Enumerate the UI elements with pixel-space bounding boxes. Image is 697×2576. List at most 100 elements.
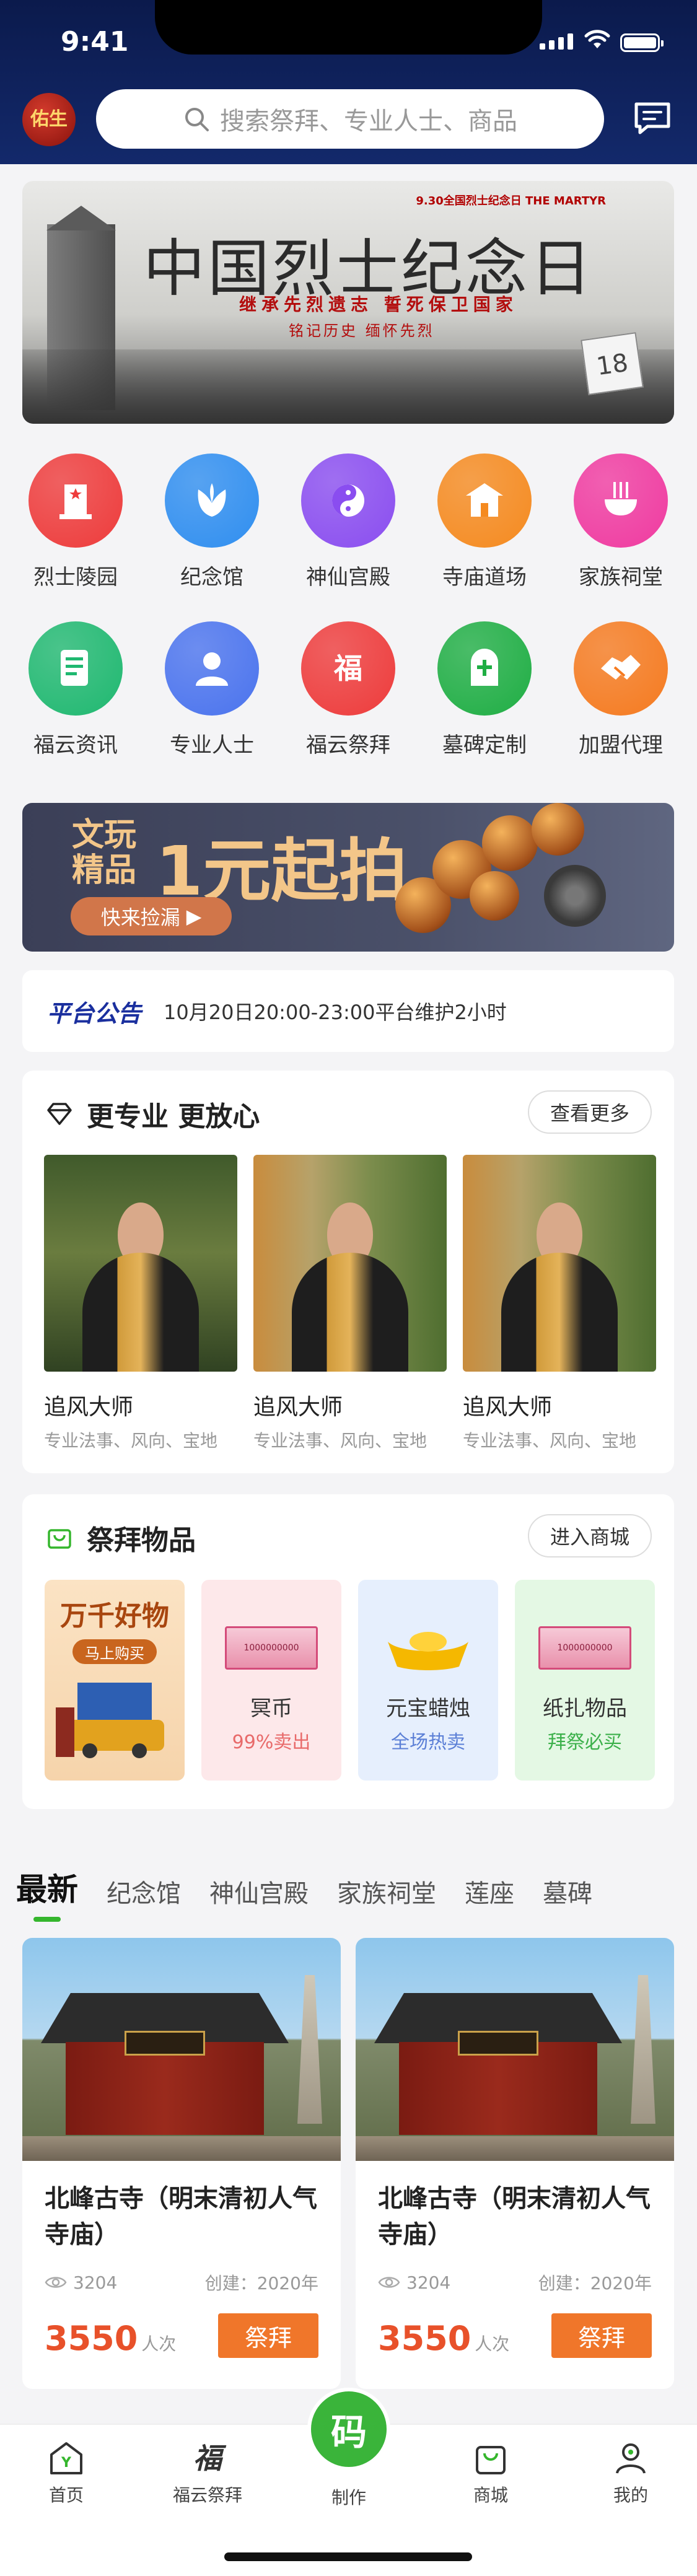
battery-icon [620, 33, 664, 52]
home-icon: Y [50, 2442, 82, 2474]
worship-count-unit: 人次 [141, 2334, 177, 2354]
nav-home[interactable]: Y 首页 [20, 2438, 113, 2507]
goods-item[interactable]: 1000000000 冥币 99%卖出 [201, 1580, 341, 1781]
temple-views: 3204 [378, 2270, 450, 2295]
category-circle [437, 453, 532, 548]
temple-image [22, 1938, 341, 2161]
section-title: 更专业 更放心 [87, 1101, 260, 1132]
goods-sub: 拜祭必买 [548, 1732, 622, 1753]
shop-bag-icon [48, 1529, 71, 1549]
professional-photo [44, 1155, 237, 1372]
nav-make-button[interactable]: 码 [307, 2388, 390, 2471]
professional-card[interactable]: 追风大师 专业法事、风向、宝地 [44, 1155, 237, 1452]
fu-icon: 福 [193, 2442, 227, 2475]
category-label: 墓碑定制 [442, 733, 527, 758]
user-icon [616, 2443, 646, 2474]
wifi-icon [584, 30, 610, 48]
category-temple[interactable]: 寺庙道场 [423, 453, 546, 590]
category-label: 专业人士 [170, 733, 254, 758]
nav-shop[interactable]: 商城 [444, 2438, 537, 2507]
goods-item[interactable]: 1000000000 纸扎物品 拜祭必买 [515, 1580, 655, 1781]
professional-card[interactable]: 追风大师 专业法事、风向、宝地 [253, 1155, 447, 1452]
worship-button[interactable]: 祭拜 [551, 2313, 652, 2358]
professionals-section: 更专业 更放心 查看更多 追风大师 专业法事、风向、宝地 追风大师 专业法事、风… [22, 1071, 674, 1473]
goods-item[interactable]: 元宝蜡烛 全场热卖 [358, 1580, 498, 1781]
worship-goods-section: 祭拜物品 进入商城 万千好物 马上购买 1000000000 冥币 99%卖出 元宝… [22, 1494, 674, 1809]
section-title: 祭拜物品 [87, 1525, 196, 1556]
banknote-text: 1000000000 [225, 1626, 318, 1670]
incense-icon [605, 482, 637, 515]
ad-tag-line2: 精品 [72, 852, 137, 890]
temple-image [356, 1938, 674, 2161]
home-indicator [224, 2552, 472, 2561]
nav-mine[interactable]: 我的 [584, 2438, 677, 2507]
tab-1[interactable]: 纪念馆 [107, 1873, 181, 1909]
temple-card[interactable]: 北峰古寺（明末清初人气寺庙） 3204 创建：2020年 3550 人次 祭拜 [22, 1938, 341, 2389]
device-notch [155, 0, 542, 55]
search-input[interactable]: 搜索祭拜、专业人士、商品 [96, 89, 604, 149]
nav-worship-label: 福云祭拜 [172, 2485, 242, 2505]
category-handshake[interactable]: 加盟代理 [559, 621, 683, 758]
svg-text:福: 福 [193, 2442, 227, 2475]
temple-name: 北峰古寺（明末清初人气寺庙） [378, 2184, 651, 2249]
enter-shop-button[interactable]: 进入商城 [527, 1514, 652, 1557]
person-icon [196, 652, 228, 686]
temple-footer: 3550 人次 祭拜 [378, 2313, 652, 2358]
category-person[interactable]: 专业人士 [150, 621, 274, 758]
tombstone-icon [471, 649, 498, 686]
tab-2[interactable]: 神仙宫殿 [209, 1873, 309, 1909]
category-label: 神仙宫殿 [306, 565, 390, 590]
category-circle [301, 453, 395, 548]
svg-text:福: 福 [333, 652, 362, 685]
tab-4[interactable]: 莲座 [465, 1873, 514, 1909]
goods-bundle-image [56, 1683, 164, 1758]
banner-tag: 9.30全国烈士纪念日 THE MARTYR [416, 195, 606, 208]
ad-button[interactable]: 快来捡漏 ▶ [71, 897, 232, 935]
view-more-button[interactable]: 查看更多 [527, 1090, 652, 1134]
goods-name: 冥币 [250, 1696, 292, 1721]
category-incense[interactable]: 家族祠堂 [559, 453, 683, 590]
category-label: 纪念馆 [180, 565, 243, 590]
views-count: 3204 [406, 2272, 451, 2293]
auction-ad-banner[interactable]: 文玩 精品 1元起拍 快来捡漏 ▶ [22, 803, 674, 952]
ad-tag: 文玩 精品 [72, 817, 137, 890]
promo-title: 万千好物 [60, 1600, 169, 1632]
goods-list: 万千好物 马上购买 1000000000 冥币 99%卖出 元宝蜡烛 全场热卖 100… [45, 1580, 655, 1781]
hero-banner[interactable]: 9.30全国烈士纪念日 THE MARTYR 中国烈士纪念日 继承先烈遗志 誓死… [22, 181, 674, 424]
banner-slogan: 继承先烈遗志 誓死保卫国家 [239, 294, 518, 315]
goods-sub: 全场热卖 [391, 1732, 465, 1753]
category-fu[interactable]: 福 福云祭拜 [286, 621, 410, 758]
search-placeholder: 搜索祭拜、专业人士、商品 [220, 107, 517, 136]
category-tombstone[interactable]: 墓碑定制 [423, 621, 546, 758]
category-memorial[interactable]: 烈士陵园 [14, 453, 138, 590]
yin-yang-icon [332, 484, 364, 517]
tab-3[interactable]: 家族祠堂 [337, 1873, 436, 1909]
worship-button[interactable]: 祭拜 [218, 2313, 318, 2358]
announcement-bar[interactable]: 平台公告 10月20日20:00-23:00平台维护2小时 [22, 970, 674, 1052]
temple-name: 北峰古寺（明末清初人气寺庙） [45, 2184, 317, 2249]
category-tabs: 最新 纪念馆 神仙宫殿 家族祠堂 莲座 墓碑 [16, 1865, 697, 1922]
nav-make-label: 制作 [331, 2487, 366, 2508]
buy-now-button[interactable]: 马上购买 [72, 1639, 157, 1664]
temple-footer: 3550 人次 祭拜 [45, 2313, 318, 2358]
flower-icon [198, 483, 226, 517]
category-circle [165, 621, 259, 716]
nav-worship[interactable]: 福 福云祭拜 [161, 2438, 254, 2507]
tab-0[interactable]: 最新 [16, 1865, 78, 1922]
worship-count-value: 3550 [378, 2319, 471, 2358]
category-flower[interactable]: 纪念馆 [150, 453, 274, 590]
goods-promo-card[interactable]: 万千好物 马上购买 [45, 1580, 185, 1781]
message-icon[interactable] [633, 100, 672, 136]
category-label: 加盟代理 [579, 733, 663, 758]
category-yin-yang[interactable]: 神仙宫殿 [286, 453, 410, 590]
eye-icon [378, 2277, 400, 2288]
professional-card[interactable]: 追风大师 专业法事、风向、宝地 [463, 1155, 656, 1452]
announcement-text: 10月20日20:00-23:00平台维护2小时 [164, 1001, 507, 1024]
goods-sub: 99%卖出 [232, 1732, 311, 1753]
app-logo[interactable]: 佑生 [22, 93, 76, 146]
tab-5[interactable]: 墓碑 [543, 1873, 592, 1909]
category-news[interactable]: 福云资讯 [14, 621, 138, 758]
temple-views: 3204 [45, 2270, 117, 2295]
ad-button-label: 快来捡漏 [100, 906, 180, 929]
temple-card[interactable]: 北峰古寺（明末清初人气寺庙） 3204 创建：2020年 3550 人次 祭拜 [356, 1938, 674, 2389]
